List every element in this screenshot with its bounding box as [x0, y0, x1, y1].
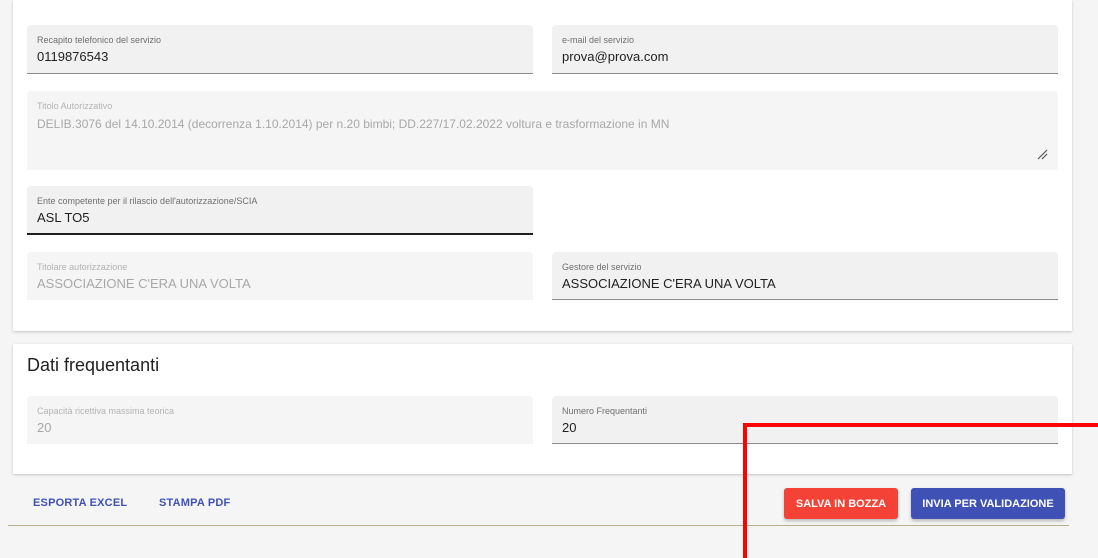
authorization-title-textarea: Titolo Autorizzativo DELIB.3076 del 14.1… [27, 91, 1058, 170]
send-for-validation-button[interactable]: INVIA PER VALIDAZIONE [911, 488, 1065, 519]
service-manager-label: Gestore del servizio [562, 262, 642, 272]
attendee-count-value[interactable]: 20 [562, 420, 576, 435]
competent-authority-value[interactable]: ASL TO5 [37, 210, 90, 225]
attendee-count-field[interactable]: Numero Frequentanti 20 [552, 396, 1058, 444]
authorization-title-label: Titolo Autorizzativo [37, 101, 113, 111]
attendees-section-title: Dati frequentanti [27, 355, 160, 375]
phone-field[interactable]: Recapito telefonico del servizio 0119876… [27, 25, 533, 74]
competent-authority-label: Ente competente per il rilascio dell'aut… [37, 196, 258, 206]
resize-handle-icon[interactable] [1036, 148, 1048, 160]
max-capacity-value: 20 [37, 420, 52, 435]
print-pdf-button[interactable]: STAMPA PDF [159, 497, 230, 509]
authorization-holder-field: Titolare autorizzazione ASSOCIAZIONE C'E… [27, 252, 533, 300]
service-manager-value[interactable]: ASSOCIAZIONE C'ERA UNA VOLTA [562, 276, 776, 291]
footer-divider [8, 525, 1069, 526]
attendee-count-label: Numero Frequentanti [562, 406, 648, 416]
email-label: e-mail del servizio [562, 35, 635, 45]
service-manager-field[interactable]: Gestore del servizio ASSOCIAZIONE C'ERA … [552, 252, 1058, 300]
email-value[interactable]: prova@prova.com [562, 49, 668, 64]
authorization-title-value: DELIB.3076 del 14.10.2014 (decorrenza 1.… [37, 117, 670, 131]
max-capacity-field: Capacità ricettiva massima teorica 20 [27, 396, 533, 444]
save-draft-button[interactable]: SALVA IN BOZZA [784, 488, 898, 519]
email-field[interactable]: e-mail del servizio prova@prova.com [552, 25, 1058, 74]
authorization-holder-label: Titolare autorizzazione [37, 262, 128, 272]
competent-authority-field[interactable]: Ente competente per il rilascio dell'aut… [27, 186, 533, 235]
phone-value[interactable]: 0119876543 [37, 49, 108, 64]
export-excel-button[interactable]: ESPORTA EXCEL [33, 497, 127, 509]
authorization-holder-value: ASSOCIAZIONE C'ERA UNA VOLTA [37, 276, 251, 291]
max-capacity-label: Capacità ricettiva massima teorica [37, 406, 175, 416]
phone-label: Recapito telefonico del servizio [37, 35, 162, 45]
